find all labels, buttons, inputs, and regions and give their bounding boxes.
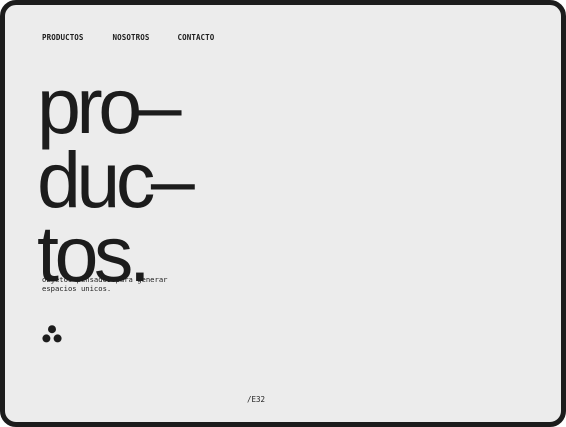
nav-link-contacto[interactable]: CONTACTO: [177, 33, 214, 42]
hero-title-line-1: pro–: [37, 61, 182, 150]
nav-link-productos[interactable]: PRODUCTOS: [42, 33, 84, 42]
page-code-label: /E32: [247, 395, 266, 404]
tagline-line-1: objetos pensados para generar: [42, 275, 168, 284]
hero-title: pro– duc– tos.: [37, 61, 195, 293]
tagline: objetos pensados para generar espacios u…: [42, 275, 222, 293]
three-dots-logo-icon: [42, 325, 62, 343]
tagline-line-2: espacios unicos.: [42, 284, 112, 293]
page-frame: PRODUCTOS NOSOTROS CONTACTO pro– duc– to…: [0, 0, 566, 427]
top-nav: PRODUCTOS NOSOTROS CONTACTO: [42, 33, 214, 42]
nav-link-nosotros[interactable]: NOSOTROS: [113, 33, 150, 42]
hero-title-line-2: duc–: [37, 135, 195, 224]
